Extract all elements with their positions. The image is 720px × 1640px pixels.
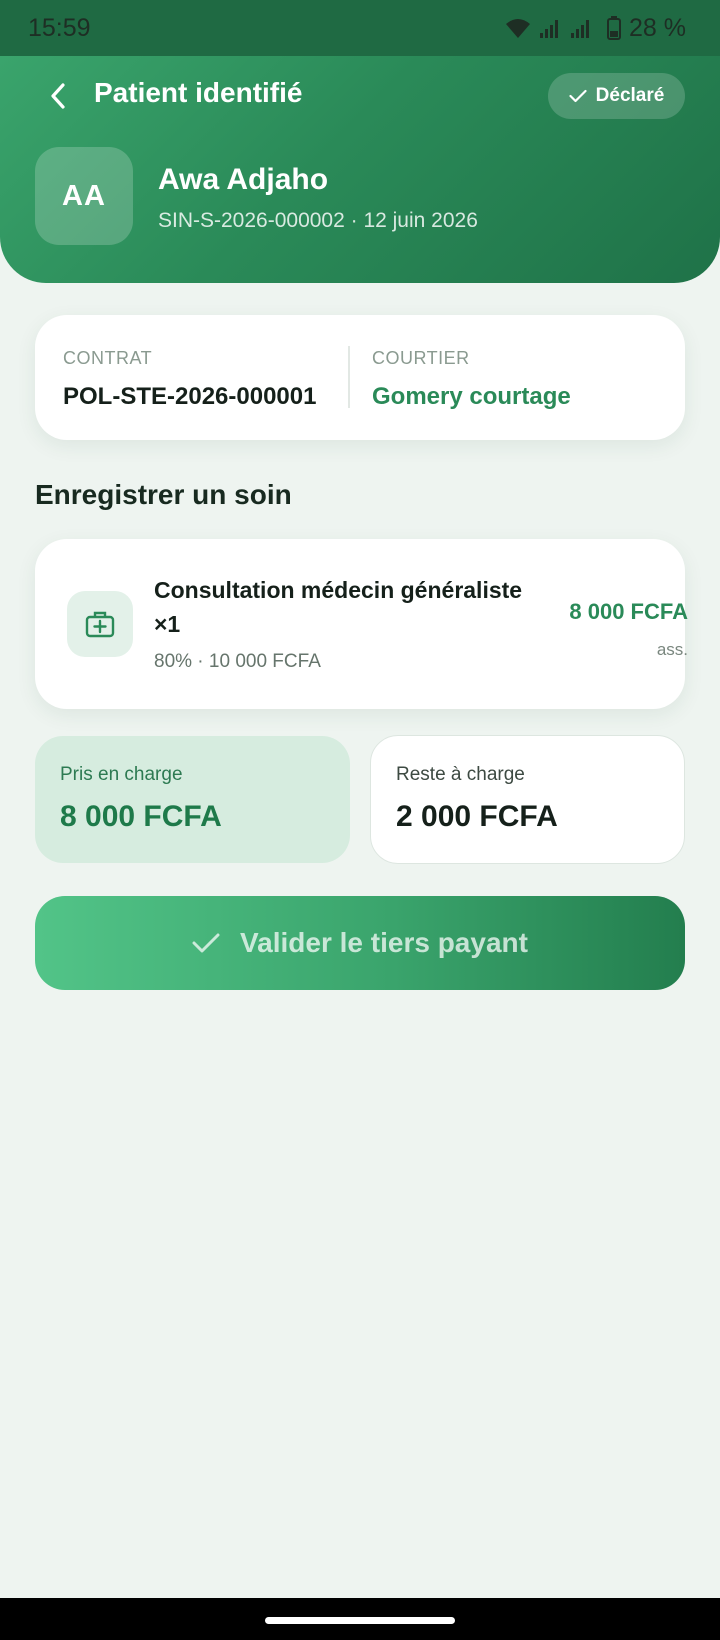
covered-value: 8 000 FCFA bbox=[60, 800, 222, 833]
avatar: AA bbox=[35, 147, 133, 245]
medical-kit-icon bbox=[67, 591, 133, 657]
declared-label: Déclaré bbox=[595, 85, 665, 106]
care-detail: 80% · 10 000 FCFA bbox=[154, 651, 321, 672]
patient-name: Awa Adjaho bbox=[158, 163, 329, 196]
home-indicator[interactable] bbox=[265, 1617, 455, 1624]
page-title: Patient identifié bbox=[94, 77, 303, 108]
remaining-value: 2 000 FCFA bbox=[396, 800, 558, 833]
contract-card: CONTRAT POL-STE-2026-000001 COURTIER Gom… bbox=[35, 315, 685, 440]
check-icon bbox=[569, 89, 587, 103]
remaining-box: Reste à charge 2 000 FCFA bbox=[370, 735, 685, 864]
contract-label: CONTRAT bbox=[63, 348, 153, 368]
divider bbox=[348, 346, 350, 408]
chevron-left-icon bbox=[51, 83, 65, 109]
status-time: 15:59 bbox=[28, 13, 91, 42]
remaining-label: Reste à charge bbox=[396, 764, 525, 785]
broker-label: COURTIER bbox=[372, 348, 470, 368]
care-name: Consultation médecin généraliste ×1 bbox=[154, 577, 523, 637]
care-amount: 8 000 FCFA bbox=[569, 599, 688, 624]
validate-button[interactable]: Valider le tiers payant bbox=[35, 896, 685, 990]
covered-box: Pris en charge 8 000 FCFA bbox=[35, 736, 350, 863]
section-title: Enregistrer un soin bbox=[35, 479, 292, 510]
care-amount-suffix: ass. bbox=[656, 640, 688, 659]
broker-value: Gomery courtage bbox=[372, 383, 571, 410]
back-button[interactable] bbox=[44, 80, 72, 112]
signal-icon bbox=[540, 20, 590, 38]
battery-icon bbox=[607, 16, 622, 40]
validate-label: Valider le tiers payant bbox=[240, 927, 528, 958]
declared-badge[interactable]: Déclaré bbox=[548, 73, 685, 119]
status-bar: 15:59 28 % bbox=[0, 0, 720, 56]
avatar-initials: AA bbox=[62, 179, 106, 212]
status-icons: 28 % bbox=[505, 14, 686, 43]
covered-label: Pris en charge bbox=[60, 764, 183, 785]
wifi-icon bbox=[506, 19, 531, 38]
patient-meta: SIN-S-2026-000002 · 12 juin 2026 bbox=[158, 209, 478, 232]
contract-value: POL-STE-2026-000001 bbox=[63, 383, 317, 410]
battery-percent: 28 % bbox=[629, 13, 686, 42]
check-icon bbox=[192, 933, 220, 953]
